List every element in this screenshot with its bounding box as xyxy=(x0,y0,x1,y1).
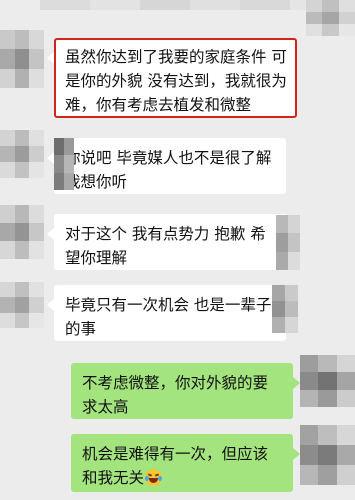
chat-screen: 虽然你达到了我要的家庭条件 可是你的外貌 没有达到，我就很为难，你有考虑去植发和… xyxy=(0,0,355,500)
censor-mosaic-top xyxy=(40,0,340,10)
message-text: 机会是难得有一次，但应该和我无关 xyxy=(82,445,269,487)
bubble-tail xyxy=(293,377,300,389)
censor-mosaic xyxy=(276,215,300,270)
bubble-tail xyxy=(47,52,54,64)
message-text: 你说吧 毕竟媒人也不是很了解 我想你听 xyxy=(65,149,272,191)
bubble-tail xyxy=(47,152,54,164)
incoming-message-bubble[interactable]: 对于这个 我有点势力 抱歉 希望你理解 xyxy=(54,214,288,270)
incoming-message-bubble[interactable]: 虽然你达到了我要的家庭条件 可是你的外貌 没有达到，我就很为难，你有考虑去植发和… xyxy=(54,38,297,118)
bubble-tail xyxy=(47,228,54,240)
avatar-mosaic xyxy=(300,355,355,407)
censor-mosaic xyxy=(272,285,298,333)
incoming-message-bubble[interactable]: 你说吧 毕竟媒人也不是很了解 我想你听 xyxy=(54,138,286,194)
outgoing-message-bubble[interactable]: 机会是难得有一次，但应该和我无关 xyxy=(71,434,293,492)
bubble-tail xyxy=(47,299,54,311)
avatar-mosaic xyxy=(306,0,355,36)
message-text: 虽然你达到了我要的家庭条件 可是你的外貌 没有达到，我就很为难，你有考虑去植发和… xyxy=(65,48,287,114)
laughing-tears-emoji-icon xyxy=(145,469,163,486)
avatar-mosaic xyxy=(300,425,355,485)
avatar-mosaic xyxy=(0,205,44,259)
censor-mosaic xyxy=(54,138,74,190)
message-text: 对于这个 我有点势力 抱歉 希望你理解 xyxy=(65,225,266,267)
incoming-message-bubble[interactable]: 毕竟只有一次机会 也是一辈子的事 xyxy=(54,285,286,341)
avatar-mosaic xyxy=(0,282,44,328)
message-text: 毕竟只有一次机会 也是一辈子的事 xyxy=(65,296,272,338)
bubble-tail xyxy=(293,448,300,460)
avatar-mosaic xyxy=(0,30,44,88)
avatar-mosaic xyxy=(0,130,44,178)
outgoing-message-bubble[interactable]: 不考虑微整，你对外貌的要求太高 xyxy=(71,363,293,419)
message-text: 不考虑微整，你对外貌的要求太高 xyxy=(82,374,269,416)
